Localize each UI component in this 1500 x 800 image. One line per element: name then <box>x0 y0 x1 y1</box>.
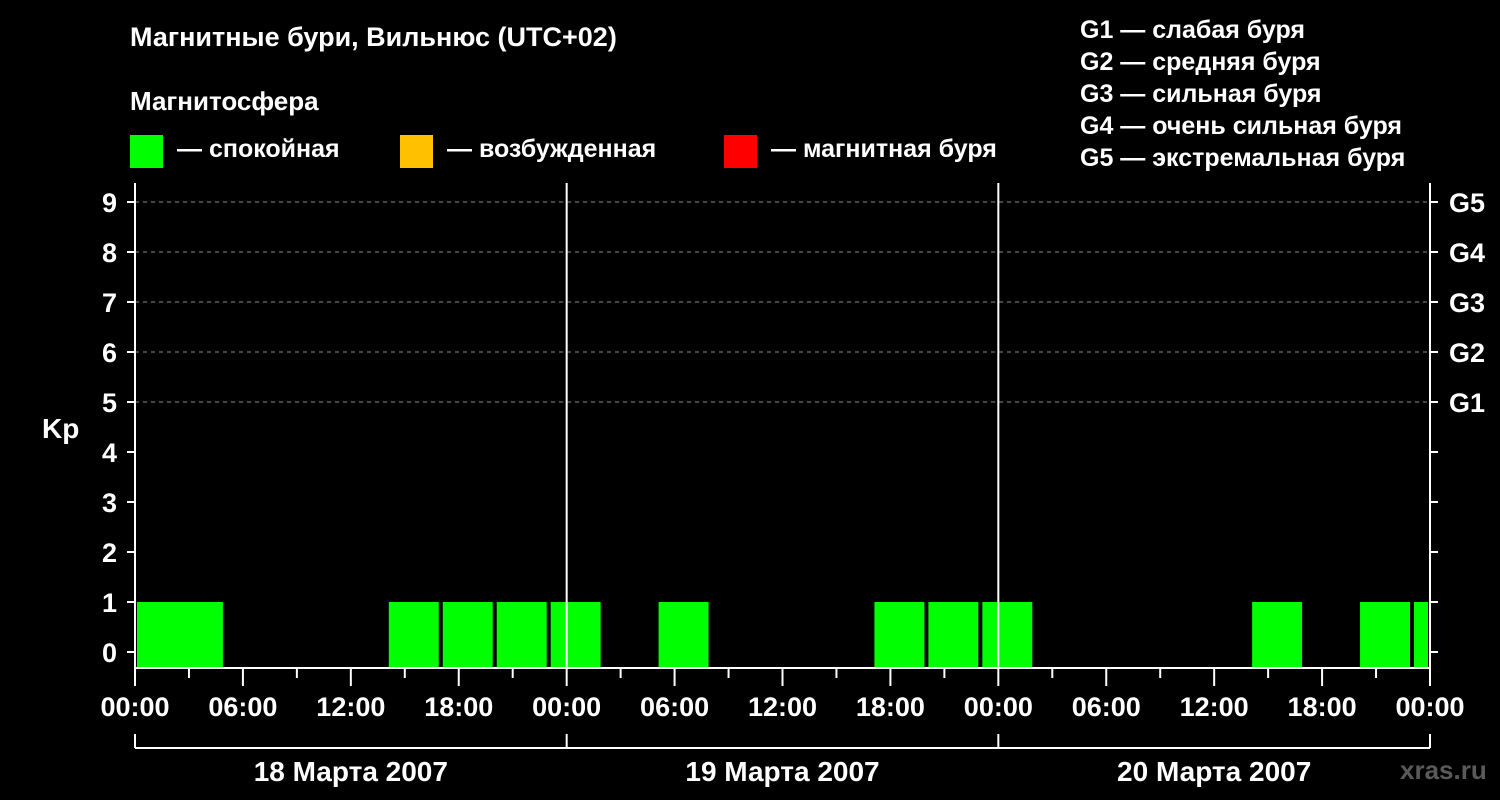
day-label-2: 20 Марта 2007 <box>1117 756 1311 787</box>
x-tick-label-7: 18:00 <box>856 692 925 722</box>
x-tick-label-5: 06:00 <box>640 692 709 722</box>
kp-bar-5 <box>550 602 601 668</box>
kp-bar-9 <box>982 602 1033 668</box>
kp-bar-3 <box>442 602 493 668</box>
x-tick-label-11: 18:00 <box>1288 692 1357 722</box>
x-tick-label-4: 00:00 <box>532 692 601 722</box>
g-tick-label-g3: G3 <box>1449 288 1485 318</box>
kp-bar-1 <box>172 602 223 668</box>
g-tick-label-g1: G1 <box>1449 388 1485 418</box>
x-tick-label-6: 12:00 <box>748 692 817 722</box>
y-tick-label-7: 7 <box>102 288 117 318</box>
x-tick-label-1: 06:00 <box>208 692 277 722</box>
y-tick-label-0: 0 <box>102 638 117 668</box>
kp-bar-11 <box>1360 602 1411 668</box>
y-tick-label-5: 5 <box>102 388 117 418</box>
kp-bar-2 <box>388 602 439 668</box>
y-tick-label-8: 8 <box>102 238 117 268</box>
x-tick-label-8: 00:00 <box>964 692 1033 722</box>
watermark: xras.ru <box>1400 755 1487 785</box>
g-tick-label-g4: G4 <box>1449 238 1485 268</box>
kp-bar-7 <box>874 602 925 668</box>
x-tick-label-2: 12:00 <box>316 692 385 722</box>
kp-chart: 0 1 2 3 4 5 6 7 8 9 G1 G2 G3 G4 G5 Kp 00:00 06:00 12:00 18:… <box>42 183 1485 787</box>
x-tick-label-12: 00:00 <box>1395 692 1464 722</box>
kp-bar-6 <box>658 602 709 668</box>
kp-bar-12 <box>1414 602 1428 668</box>
x-tick-label-3: 18:00 <box>424 692 493 722</box>
y-tick-label-2: 2 <box>102 538 117 568</box>
x-tick-label-10: 12:00 <box>1180 692 1249 722</box>
y-axis-label: Kp <box>42 413 79 444</box>
kp-bar-8 <box>928 602 979 668</box>
day-label-0: 18 Марта 2007 <box>254 756 448 787</box>
x-tick-label-0: 00:00 <box>100 692 169 722</box>
kp-bar-10 <box>1252 602 1303 668</box>
y-tick-label-6: 6 <box>102 338 117 368</box>
y-tick-label-4: 4 <box>102 438 117 468</box>
y-tick-label-9: 9 <box>102 188 117 218</box>
g-tick-label-g5: G5 <box>1449 188 1485 218</box>
kp-bar-4 <box>496 602 547 668</box>
day-label-1: 19 Марта 2007 <box>685 756 879 787</box>
g-tick-label-g2: G2 <box>1449 338 1485 368</box>
y-tick-label-1: 1 <box>102 588 117 618</box>
x-tick-label-9: 06:00 <box>1072 692 1141 722</box>
y-tick-label-3: 3 <box>102 488 117 518</box>
